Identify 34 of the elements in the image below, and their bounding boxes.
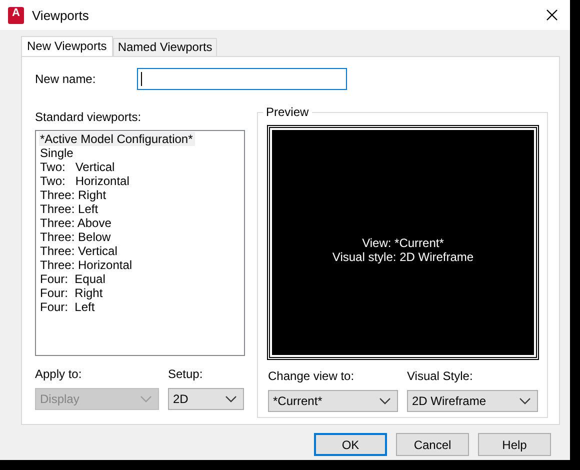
list-item[interactable]: Three: Left [39, 202, 100, 216]
list-item[interactable]: Two: Horizontal [39, 174, 132, 188]
list-item[interactable]: Three: Horizontal [39, 258, 134, 272]
list-label: Standard viewports: [35, 110, 142, 124]
dialog-button[interactable]: Help [478, 433, 551, 456]
preview-text: Visual style: 2D Wireframe [332, 250, 474, 264]
list-item[interactable]: Three: Above [39, 216, 114, 230]
list-item[interactable]: Four: Left [39, 300, 97, 314]
tab[interactable]: Named Viewports [112, 38, 218, 56]
list-item[interactable]: Three: Vertical [39, 244, 120, 258]
tab[interactable]: New Viewports [21, 36, 113, 56]
dropdown[interactable]: *Current* [268, 390, 398, 412]
list-item[interactable]: Three: Below [39, 230, 113, 244]
group-title: Preview [263, 105, 312, 119]
dialog-button[interactable]: Cancel [396, 433, 469, 456]
window-title: Viewports [32, 8, 90, 22]
field-label: New name: [35, 72, 96, 86]
field-label: Setup: [168, 367, 203, 382]
close-icon[interactable] [546, 9, 558, 21]
list-item[interactable]: Single [39, 146, 76, 160]
list-item[interactable]: *Active Model Configuration* [39, 132, 195, 146]
app-icon: A [8, 6, 24, 24]
list-item[interactable]: Four: Equal [39, 272, 108, 286]
list-item[interactable]: Four: Right [39, 286, 105, 300]
dialog-button[interactable]: OK [314, 433, 387, 456]
dropdown[interactable]: 2D [168, 388, 244, 410]
field-label: Change view to: [268, 369, 354, 384]
name-input-field[interactable] [137, 68, 347, 90]
field-label: Visual Style: [407, 369, 473, 384]
list-item[interactable]: Three: Right [39, 188, 108, 202]
dropdown[interactable]: 2D Wireframe [407, 390, 538, 412]
field-label: Apply to: [35, 367, 82, 382]
list-item[interactable]: Two: Vertical [39, 160, 117, 174]
preview-text: View: *Current* [362, 236, 444, 250]
